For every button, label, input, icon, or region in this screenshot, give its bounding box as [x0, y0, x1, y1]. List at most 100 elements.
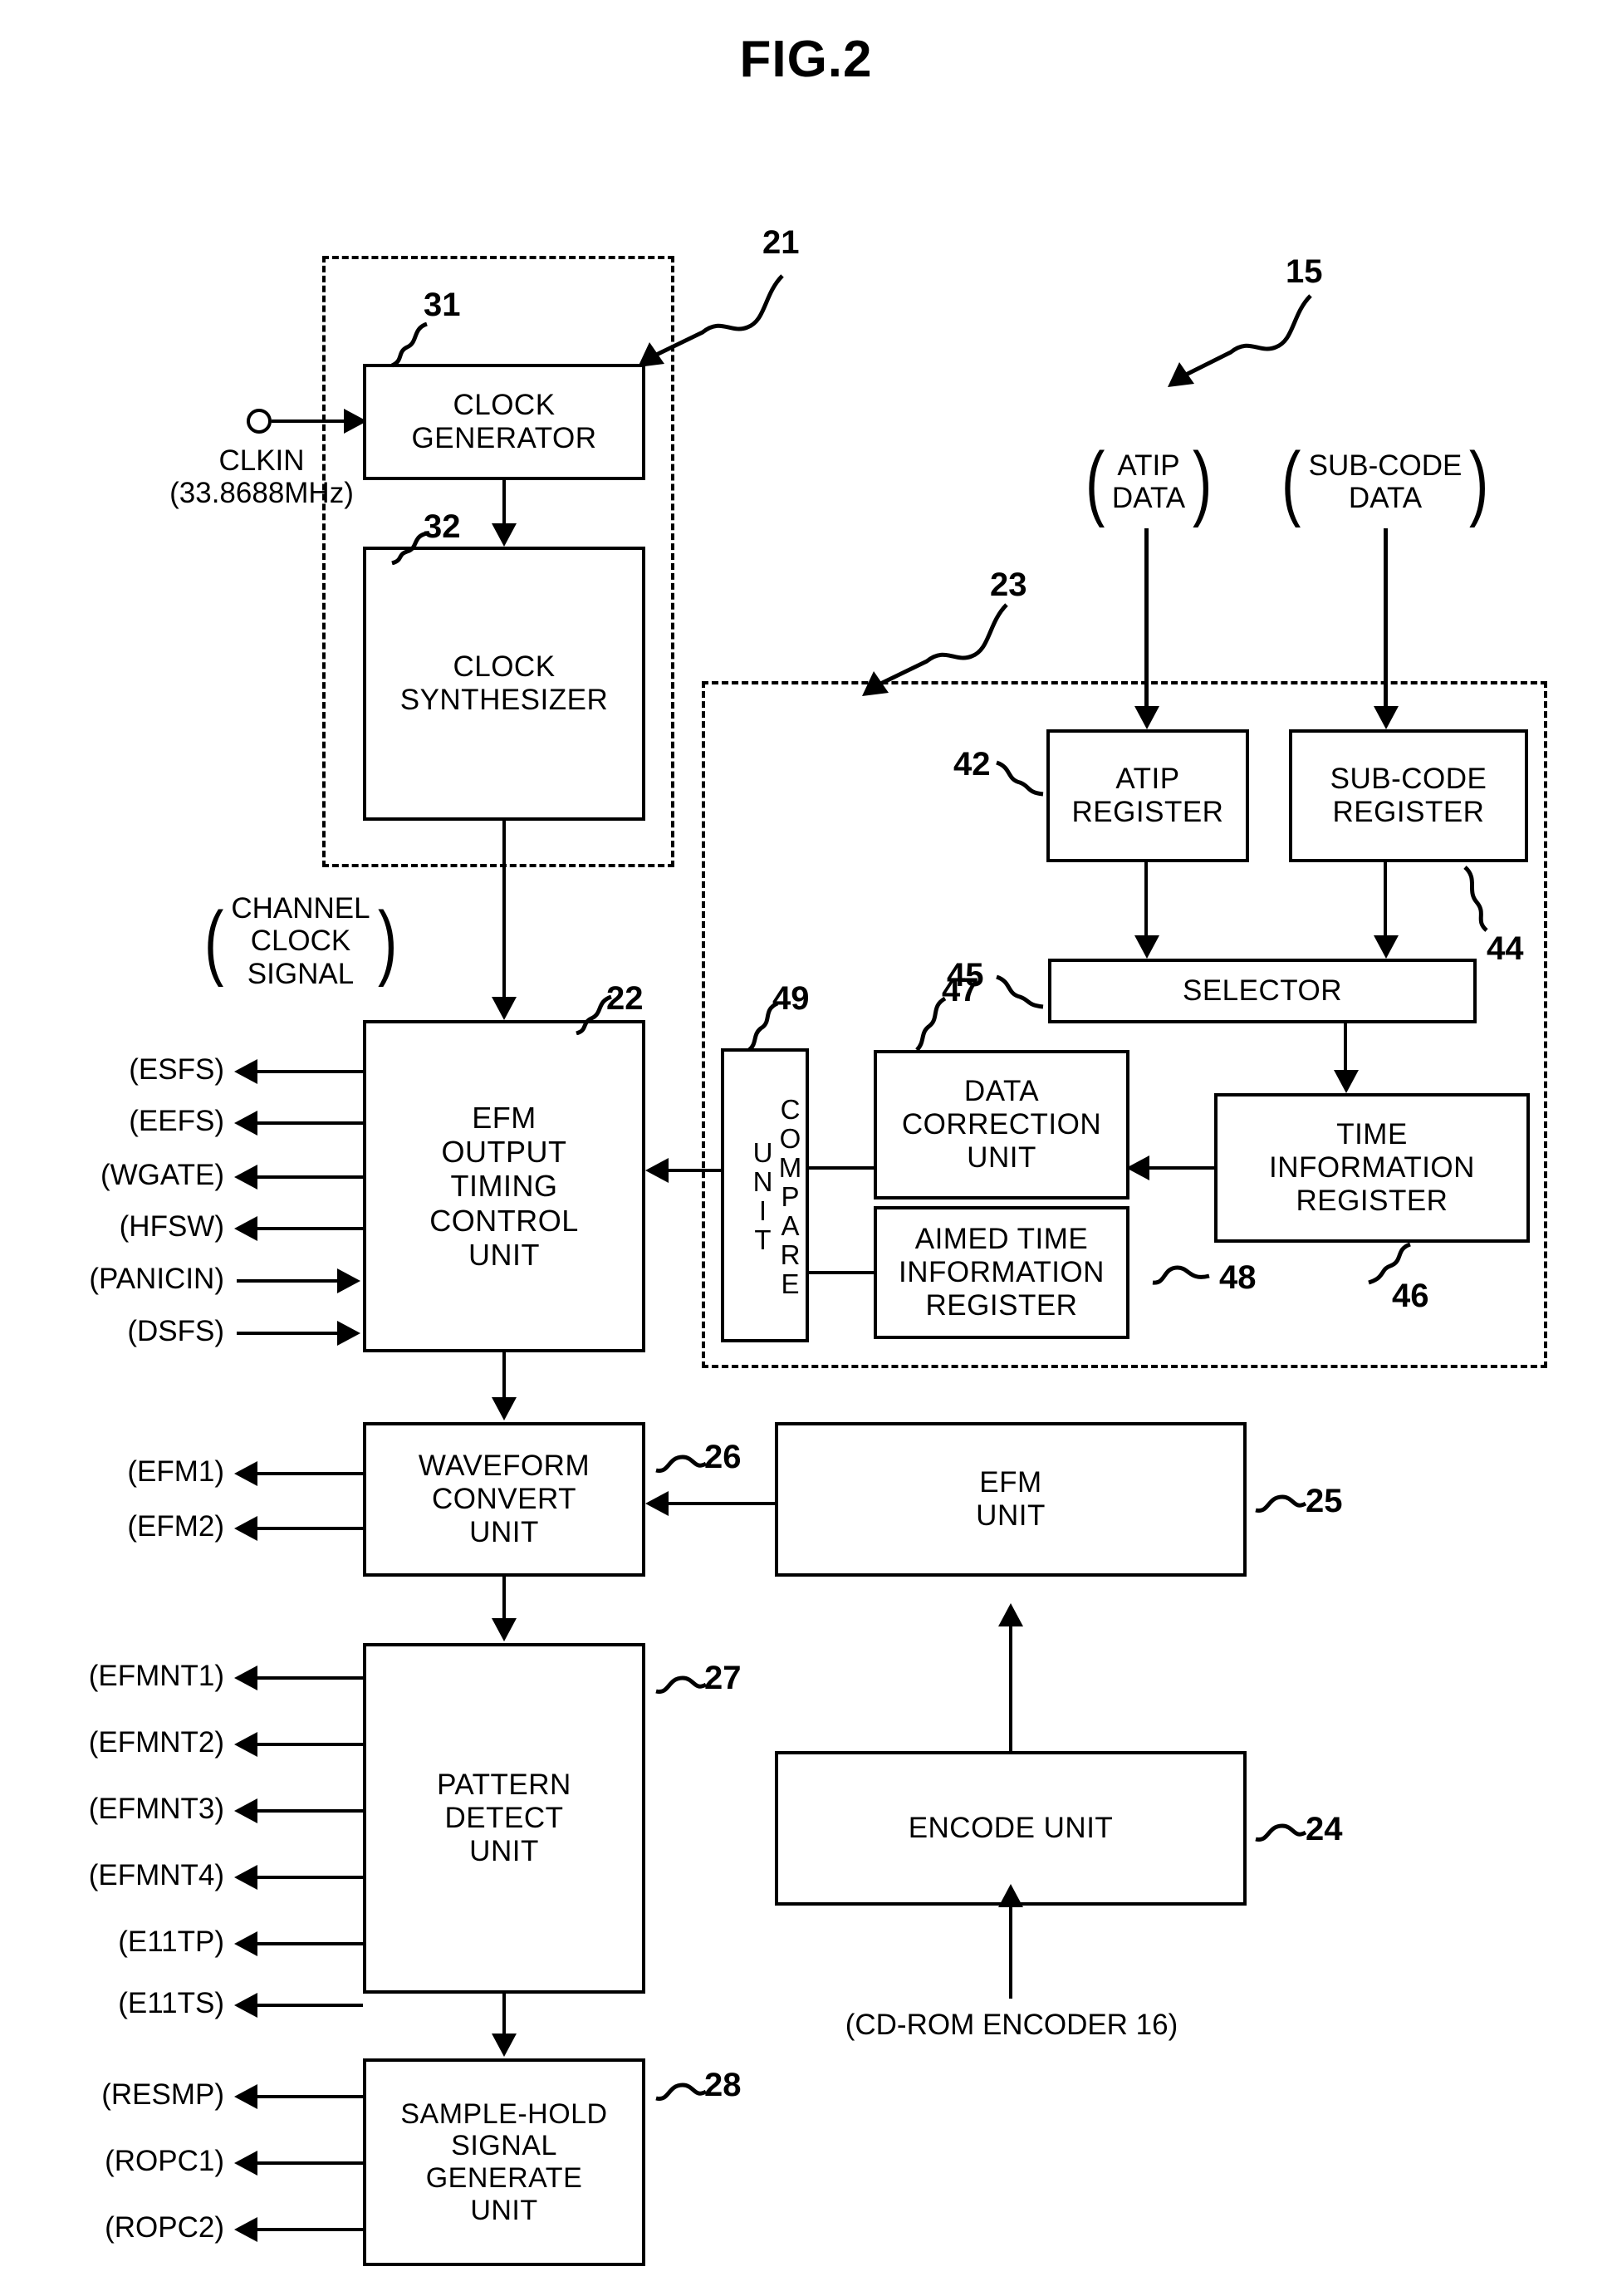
time-info-line3: REGISTER	[1296, 1184, 1448, 1217]
time-info-line2: INFORMATION	[1269, 1151, 1475, 1185]
block-pattern-detect-unit[interactable]: PATTERN DETECT UNIT	[363, 1643, 645, 1994]
clkin-name: CLKIN	[218, 444, 305, 477]
port-arrowhead-efmnt1-icon	[234, 1666, 257, 1690]
block-efm-output-timing-control-unit[interactable]: EFM OUTPUT TIMING CONTROL UNIT	[363, 1020, 645, 1352]
block-waveform-convert-unit[interactable]: WAVEFORM CONVERT UNIT	[363, 1422, 645, 1577]
port-wire-e11tp	[257, 1942, 363, 1945]
gen-to-synth-arrowhead-icon	[492, 523, 517, 547]
block-selector[interactable]: SELECTOR	[1048, 959, 1477, 1023]
subcodereg-to-selector-arrowhead-icon	[1374, 935, 1399, 959]
block-compare-unit[interactable]: COMPARE UNIT	[721, 1048, 809, 1342]
subcode-register-line2: REGISTER	[1332, 796, 1485, 828]
block-efm-unit[interactable]: EFM UNIT	[775, 1422, 1247, 1577]
port-wire-efmnt2	[257, 1743, 363, 1746]
pattern-detect-line3: UNIT	[469, 1834, 539, 1867]
port-wire-efmnt3	[257, 1809, 363, 1813]
leader-line-45	[996, 974, 1044, 1009]
efm-unit-line2: UNIT	[976, 1499, 1046, 1532]
pattern-detect-line1: PATTERN	[437, 1769, 571, 1802]
port-arrowhead-efm1-icon	[234, 1461, 257, 1486]
clkin-wire	[272, 419, 355, 423]
block-sample-hold-signal-generate-unit[interactable]: SAMPLE-HOLD SIGNAL GENERATE UNIT	[363, 2058, 645, 2266]
port-label-resmp: (RESMP)	[101, 2078, 224, 2111]
port-arrowhead-e11ts-icon	[234, 1993, 257, 2018]
sample-hold-line1: SAMPLE-HOLD	[400, 2097, 608, 2130]
block-clock-generator[interactable]: CLOCK GENERATOR	[363, 364, 645, 480]
wire-synth-to-efmtiming	[502, 821, 506, 1003]
atip-data-line2: DATA	[1111, 482, 1186, 514]
atip-register-line1: ATIP	[1115, 763, 1180, 796]
port-wire-efmnt1	[257, 1676, 363, 1680]
compare-unit-label: COMPARE UNIT	[747, 1093, 806, 1298]
port-label-hfsw: (HFSW)	[119, 1210, 224, 1243]
efmtiming-to-waveform-arrowhead-icon	[492, 1397, 517, 1420]
atip-register-line2: REGISTER	[1071, 796, 1224, 828]
efmunit-to-waveform-arrowhead-icon	[645, 1491, 669, 1516]
atip-data-line1: ATIP	[1117, 449, 1180, 482]
leader-line-46	[1368, 1243, 1412, 1285]
synth-to-efmtiming-arrowhead-icon	[492, 997, 517, 1020]
port-arrowhead-efm2-icon	[234, 1516, 257, 1541]
data-correction-line3: UNIT	[967, 1141, 1036, 1174]
ref-number-44: 44	[1487, 930, 1524, 967]
waveform-convert-line1: WAVEFORM	[418, 1450, 590, 1483]
efm-timing-line2: OUTPUT	[441, 1135, 567, 1170]
block-aimed-time-information-register[interactable]: AIMED TIME INFORMATION REGISTER	[874, 1206, 1129, 1339]
sample-hold-line2: SIGNAL	[451, 2130, 557, 2162]
port-label-efm2: (EFM2)	[127, 1510, 224, 1543]
atip-data-group: ( ATIP DATA )	[1045, 440, 1252, 523]
ref-number-48: 48	[1219, 1259, 1257, 1296]
waveform-to-pattern-arrowhead-icon	[492, 1618, 517, 1641]
port-wire-e11ts	[257, 2004, 363, 2007]
selector-label: SELECTOR	[1182, 974, 1343, 1008]
block-subcode-register[interactable]: SUB-CODE REGISTER	[1289, 729, 1528, 862]
clock-generator-line1: CLOCK	[453, 389, 556, 422]
block-clock-synthesizer[interactable]: CLOCK SYNTHESIZER	[363, 547, 645, 821]
wire-datacorr-to-compare	[809, 1166, 874, 1170]
clock-synthesizer-line2: SYNTHESIZER	[399, 684, 609, 716]
encode-unit-label: ENCODE UNIT	[908, 1812, 1114, 1845]
port-label-efmnt2: (EFMNT2)	[88, 1726, 224, 1759]
block-data-correction-unit[interactable]: DATA CORRECTION UNIT	[874, 1050, 1129, 1200]
leader-line-15	[1168, 294, 1312, 387]
leader-line-32	[391, 532, 428, 565]
paren-open-icon: (	[204, 895, 224, 988]
timereg-to-datacorr-arrowhead-icon	[1126, 1155, 1149, 1180]
leader-line-24	[1255, 1823, 1307, 1842]
port-wire-efm2	[257, 1527, 363, 1530]
block-encode-unit[interactable]: ENCODE UNIT	[775, 1751, 1247, 1906]
leader-line-48	[1152, 1265, 1210, 1285]
subcode-data-line2: DATA	[1348, 482, 1423, 514]
port-wire-efm1	[257, 1472, 363, 1475]
port-wire-dsfs	[237, 1332, 343, 1335]
port-wire-efmnt4	[257, 1876, 363, 1879]
wire-efmtiming-to-waveform	[502, 1352, 506, 1404]
efm-timing-line5: UNIT	[468, 1237, 540, 1272]
leader-line-21	[638, 274, 784, 367]
port-label-efm1: (EFM1)	[127, 1455, 224, 1488]
wire-gen-to-synth	[502, 480, 506, 530]
time-info-line1: TIME	[1336, 1118, 1408, 1151]
leader-line-26	[655, 1455, 708, 1473]
channel-clock-line3: SIGNAL	[247, 957, 355, 990]
port-arrowhead-wgate-icon	[234, 1165, 257, 1190]
port-arrowhead-esfs-icon	[234, 1059, 257, 1084]
aimed-time-line3: REGISTER	[925, 1288, 1078, 1322]
port-wire-panicin	[237, 1279, 343, 1283]
waveform-convert-line2: CONVERT	[432, 1483, 576, 1516]
figure-title: FIG.2	[739, 31, 873, 88]
paren-close-icon: )	[377, 895, 397, 988]
aimed-time-line2: INFORMATION	[899, 1256, 1105, 1289]
block-time-information-register[interactable]: TIME INFORMATION REGISTER	[1214, 1093, 1530, 1243]
port-arrowhead-ropc1-icon	[234, 2151, 257, 2176]
clkin-frequency: (33.8688MHz)	[169, 477, 354, 510]
wire-selector-to-timereg	[1344, 1023, 1347, 1077]
port-wire-esfs	[257, 1070, 363, 1073]
cdrom-encoder-label: (CD-ROM ENCODER 16)	[845, 2009, 1178, 2041]
block-atip-register[interactable]: ATIP REGISTER	[1046, 729, 1249, 862]
waveform-convert-line3: UNIT	[469, 1515, 539, 1548]
port-arrowhead-e11tp-icon	[234, 1931, 257, 1956]
clkin-label: CLKIN (33.8688MHz)	[125, 444, 399, 509]
port-wire-hfsw	[257, 1227, 363, 1230]
sample-hold-line3: GENERATE	[425, 2162, 583, 2194]
